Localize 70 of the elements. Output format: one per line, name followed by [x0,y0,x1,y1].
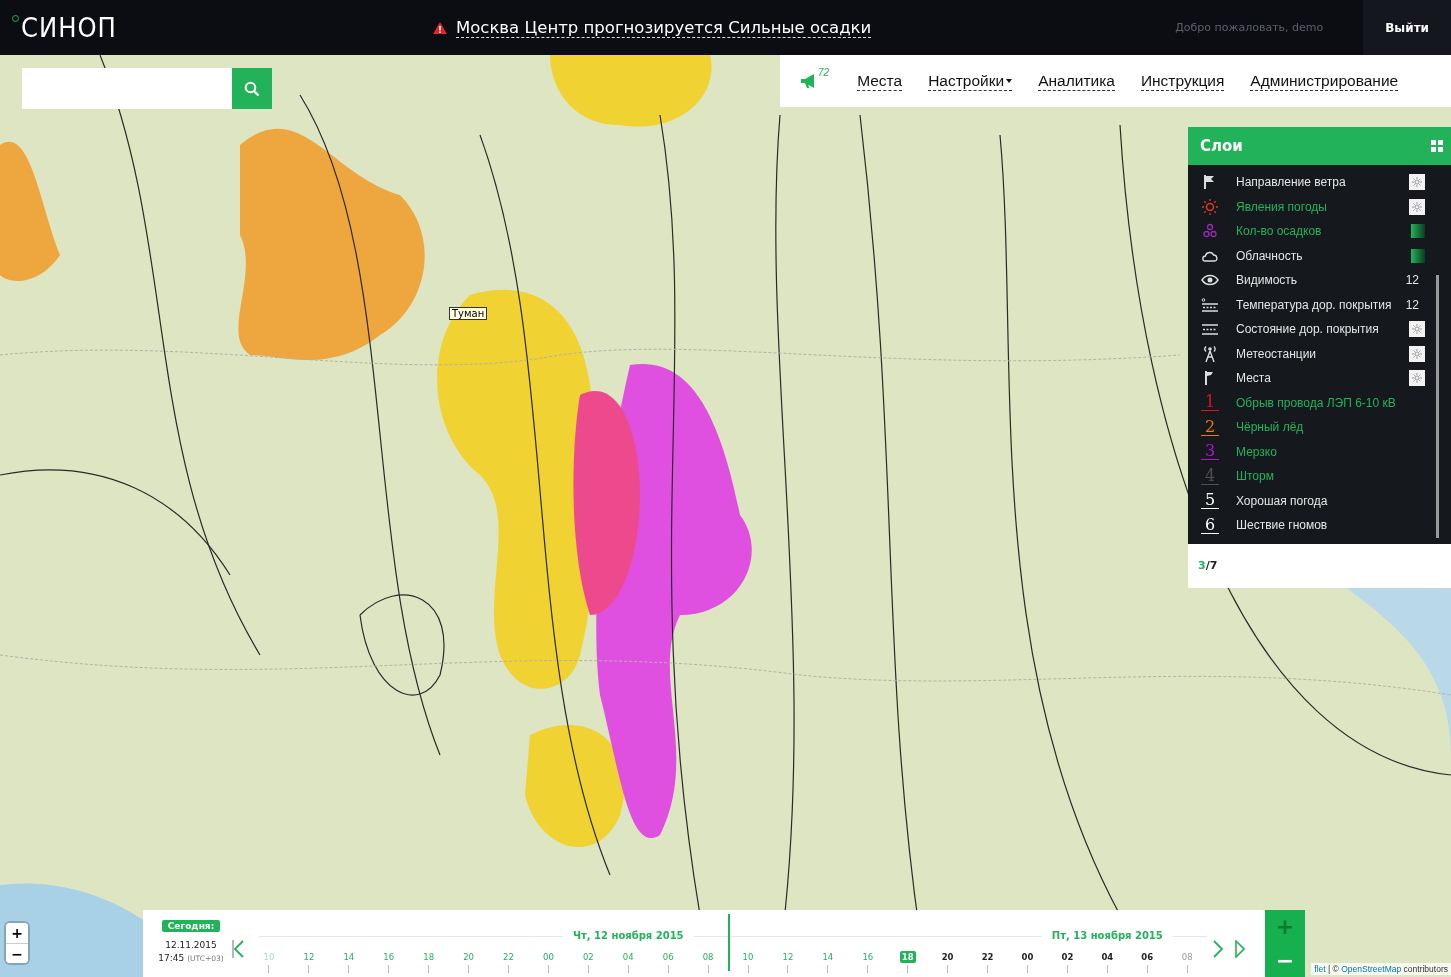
settings-icon [1412,373,1422,384]
layer-item[interactable]: Температура дор. покрытия 12 [1188,292,1451,317]
settings-icon [1412,324,1422,335]
settings-button[interactable] [1409,198,1425,215]
logo: СИНОП [21,12,117,43]
layer-number: 4 [1201,467,1219,485]
time-tick[interactable]: 22 [979,948,996,973]
attribution-text: flet | © OpenStreetMap contributors [1314,964,1448,974]
welcome-text: Добро пожаловать, demo [1175,21,1324,34]
play-icon [1235,939,1245,958]
layer-item[interactable]: Облачность [1188,243,1451,268]
current-time: 17:45 [158,953,185,963]
zoom-out-button[interactable]: − [6,943,28,963]
nav-link[interactable]: Инструкция [1140,71,1225,91]
current-time-cursor[interactable] [727,914,731,971]
layer-number: 2 [1201,418,1219,436]
settings-button[interactable] [1409,370,1425,387]
chevron-right-icon [1213,938,1223,959]
scrollbar[interactable] [1436,275,1439,538]
settings-icon [1412,201,1422,212]
settings-icon [1412,177,1422,188]
rewind-icon [232,938,244,959]
time-tick[interactable]: 04 [1099,948,1116,973]
layer-item[interactable]: Видимость 12 [1188,268,1451,293]
layer-value: 12 [1405,297,1419,312]
attribution-link[interactable]: OpenStreetMap [1341,964,1402,974]
road-icon [1201,295,1219,314]
color-scale-swatch [1411,248,1425,263]
nav-link[interactable]: Настройки [928,71,1013,91]
color-scale-swatch [1411,224,1425,239]
sun-icon [1201,197,1219,216]
settings-button[interactable] [1409,174,1425,191]
layer-item[interactable]: Места [1188,366,1451,391]
day-label: Пт, 13 ноября 2015 [1041,930,1173,941]
nav-link[interactable]: Аналитика [1038,71,1115,91]
nav-link[interactable]: Места [857,71,903,91]
search-field[interactable] [22,68,232,109]
grid-icon[interactable] [1431,140,1443,152]
layer-value: 12 [1405,273,1419,288]
layer-counter: 3/7 [1198,559,1218,572]
nav-link[interactable]: Администрирование [1250,71,1399,91]
layer-number: 5 [1201,492,1219,510]
time-tick[interactable]: 02 [1059,948,1076,973]
time-tick[interactable]: 20 [939,948,956,973]
search-button[interactable] [232,68,272,109]
time-tick[interactable]: 00 [1019,948,1036,973]
alert-link[interactable]: Москва Центр прогнозируется Сильные осадки [456,17,872,38]
attribution-link[interactable]: flet [1314,964,1326,974]
settings-button[interactable] [1409,345,1425,362]
layer-number: 3 [1201,443,1219,461]
day-label: Чт, 12 ноября 2015 [562,930,694,941]
notification-count: 72 [818,67,830,78]
antenna-tower-icon [1201,344,1219,363]
search-icon [244,80,260,97]
layer-item[interactable]: Явления погоды [1188,194,1451,219]
layer-item[interactable]: Направление ветра [1188,170,1451,195]
current-date: 12.11.2015 [165,940,217,950]
layer-item[interactable]: Состояние дор. покрытия [1188,317,1451,342]
logout-button[interactable]: Выйти [1363,0,1451,55]
panel-title: Слои [1200,137,1243,155]
layer-number: 1 [1201,394,1219,412]
layer-number: 6 [1201,516,1219,534]
settings-icon [1412,348,1422,359]
layer-item[interactable]: Метеостанции [1188,341,1451,366]
today-badge: Сегодня: [161,920,221,932]
map-tooltip: Туман [449,307,488,320]
time-tick[interactable]: 06 [1139,948,1156,973]
warning-icon [432,20,448,35]
settings-button[interactable] [1409,321,1425,338]
layer-item[interactable]: Кол-во осадков [1188,219,1451,244]
